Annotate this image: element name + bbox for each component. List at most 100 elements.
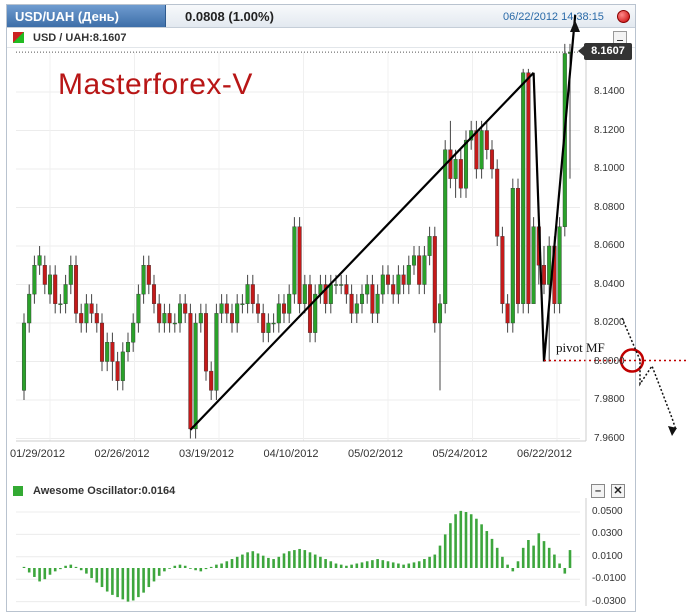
oscillator-bar xyxy=(459,510,463,568)
x-tick-label: 01/29/2012 xyxy=(10,448,66,460)
oscillator-bar xyxy=(319,556,322,568)
oscillator-bar xyxy=(339,564,343,568)
candle-body xyxy=(463,139,469,189)
oscillator-bar xyxy=(95,568,99,583)
oscillator-bar xyxy=(43,568,47,580)
x-tick-label: 04/10/2012 xyxy=(263,448,319,460)
oscillator-bar xyxy=(365,561,369,568)
oscillator-bar xyxy=(230,559,234,568)
oscillator-bar xyxy=(563,568,567,574)
oscillator-bar xyxy=(475,518,478,568)
candle-body xyxy=(99,322,105,362)
trendline xyxy=(532,72,546,362)
candle-body xyxy=(515,188,521,304)
candle-body xyxy=(172,322,177,325)
y-tick-label: 0.0100 xyxy=(592,550,623,562)
oscillator-bar xyxy=(428,556,431,568)
oscillator-bar xyxy=(225,561,229,568)
candle-body xyxy=(235,303,240,324)
candle-body xyxy=(136,293,141,324)
oscillator-bar xyxy=(137,568,140,598)
candle-body xyxy=(89,303,94,314)
candle-body xyxy=(281,303,287,314)
candle-body xyxy=(349,293,354,314)
oscillator-bar xyxy=(131,568,135,601)
oscillator-bar xyxy=(568,550,572,568)
oscillator-bar xyxy=(183,565,187,568)
candle-body xyxy=(47,274,53,295)
oscillator-bar xyxy=(454,514,457,568)
oscillator-bar xyxy=(251,551,255,568)
candle-body xyxy=(380,274,385,295)
oscillator-bar xyxy=(79,568,83,571)
oscillator-bar xyxy=(397,563,400,568)
oscillator-bar xyxy=(267,557,270,568)
candle-body xyxy=(245,284,250,304)
candle-body xyxy=(21,322,27,391)
candle-body xyxy=(417,255,422,285)
candle-body xyxy=(370,284,375,314)
oscillator-bar xyxy=(469,514,473,568)
oscillator-bar xyxy=(542,541,546,568)
oscillator-bar xyxy=(464,512,468,568)
candle-body xyxy=(422,255,427,285)
oscillator-bar xyxy=(329,561,333,568)
oscillator-bar xyxy=(480,524,483,568)
candle-body xyxy=(427,236,432,256)
candle-body xyxy=(510,188,515,324)
candle-body xyxy=(63,284,68,304)
candle-body xyxy=(391,284,396,295)
oscillator-bar xyxy=(241,554,244,568)
oscillator-bar xyxy=(204,568,208,570)
candle-body xyxy=(479,130,484,170)
oscillator-bar xyxy=(189,568,192,569)
candle-body xyxy=(73,265,79,314)
candle-body xyxy=(359,293,365,304)
oscillator-bar xyxy=(168,568,171,569)
watermark-text: Masterforex-V xyxy=(58,68,253,101)
y-tick-label: 8.0000 xyxy=(594,355,625,367)
last-price-badge: 8.1607 xyxy=(578,43,632,60)
oscillator-bar xyxy=(199,568,203,572)
candle-body xyxy=(209,370,214,391)
y-tick-label: 0.0500 xyxy=(592,506,623,517)
x-tick-label: 02/26/2012 xyxy=(94,448,150,460)
candle-body xyxy=(214,313,219,391)
candle-body xyxy=(495,168,500,237)
candle-body xyxy=(229,313,235,324)
candle-body xyxy=(120,351,125,381)
candle-body xyxy=(219,303,224,314)
oscillator-bar xyxy=(53,568,57,572)
oscillator-bar xyxy=(293,550,296,568)
oscillator-bar xyxy=(272,559,275,568)
candle-body xyxy=(344,284,349,295)
oscillator-bar xyxy=(235,556,239,568)
candle-body xyxy=(146,265,151,285)
oscillator-bar xyxy=(298,548,301,568)
oscillator-bar xyxy=(303,550,307,568)
oscillator-bar xyxy=(381,560,385,568)
candle-body xyxy=(443,149,448,304)
candle-body xyxy=(53,274,58,304)
oscillator-bar xyxy=(22,566,26,568)
oscillator-bar xyxy=(126,568,130,602)
oscillator-bar xyxy=(402,564,405,568)
candle-body xyxy=(505,303,510,324)
candle-body xyxy=(375,293,380,314)
oscillator-bar xyxy=(355,563,359,568)
candle-body xyxy=(339,284,344,286)
candle-body xyxy=(42,265,47,285)
candle-body xyxy=(37,255,42,266)
candle-body xyxy=(157,303,162,324)
candle-body xyxy=(297,226,302,304)
candle-body xyxy=(489,149,495,170)
candle-body xyxy=(94,313,99,324)
candle-body xyxy=(68,265,73,285)
oscillator-bar xyxy=(121,568,125,600)
candle-body xyxy=(276,303,281,324)
y-tick-label: -0.0300 xyxy=(592,595,626,607)
oscillator-bar xyxy=(506,564,509,568)
candle-body xyxy=(115,361,120,381)
oscillator-bar xyxy=(313,554,317,568)
candle-body xyxy=(521,72,526,304)
